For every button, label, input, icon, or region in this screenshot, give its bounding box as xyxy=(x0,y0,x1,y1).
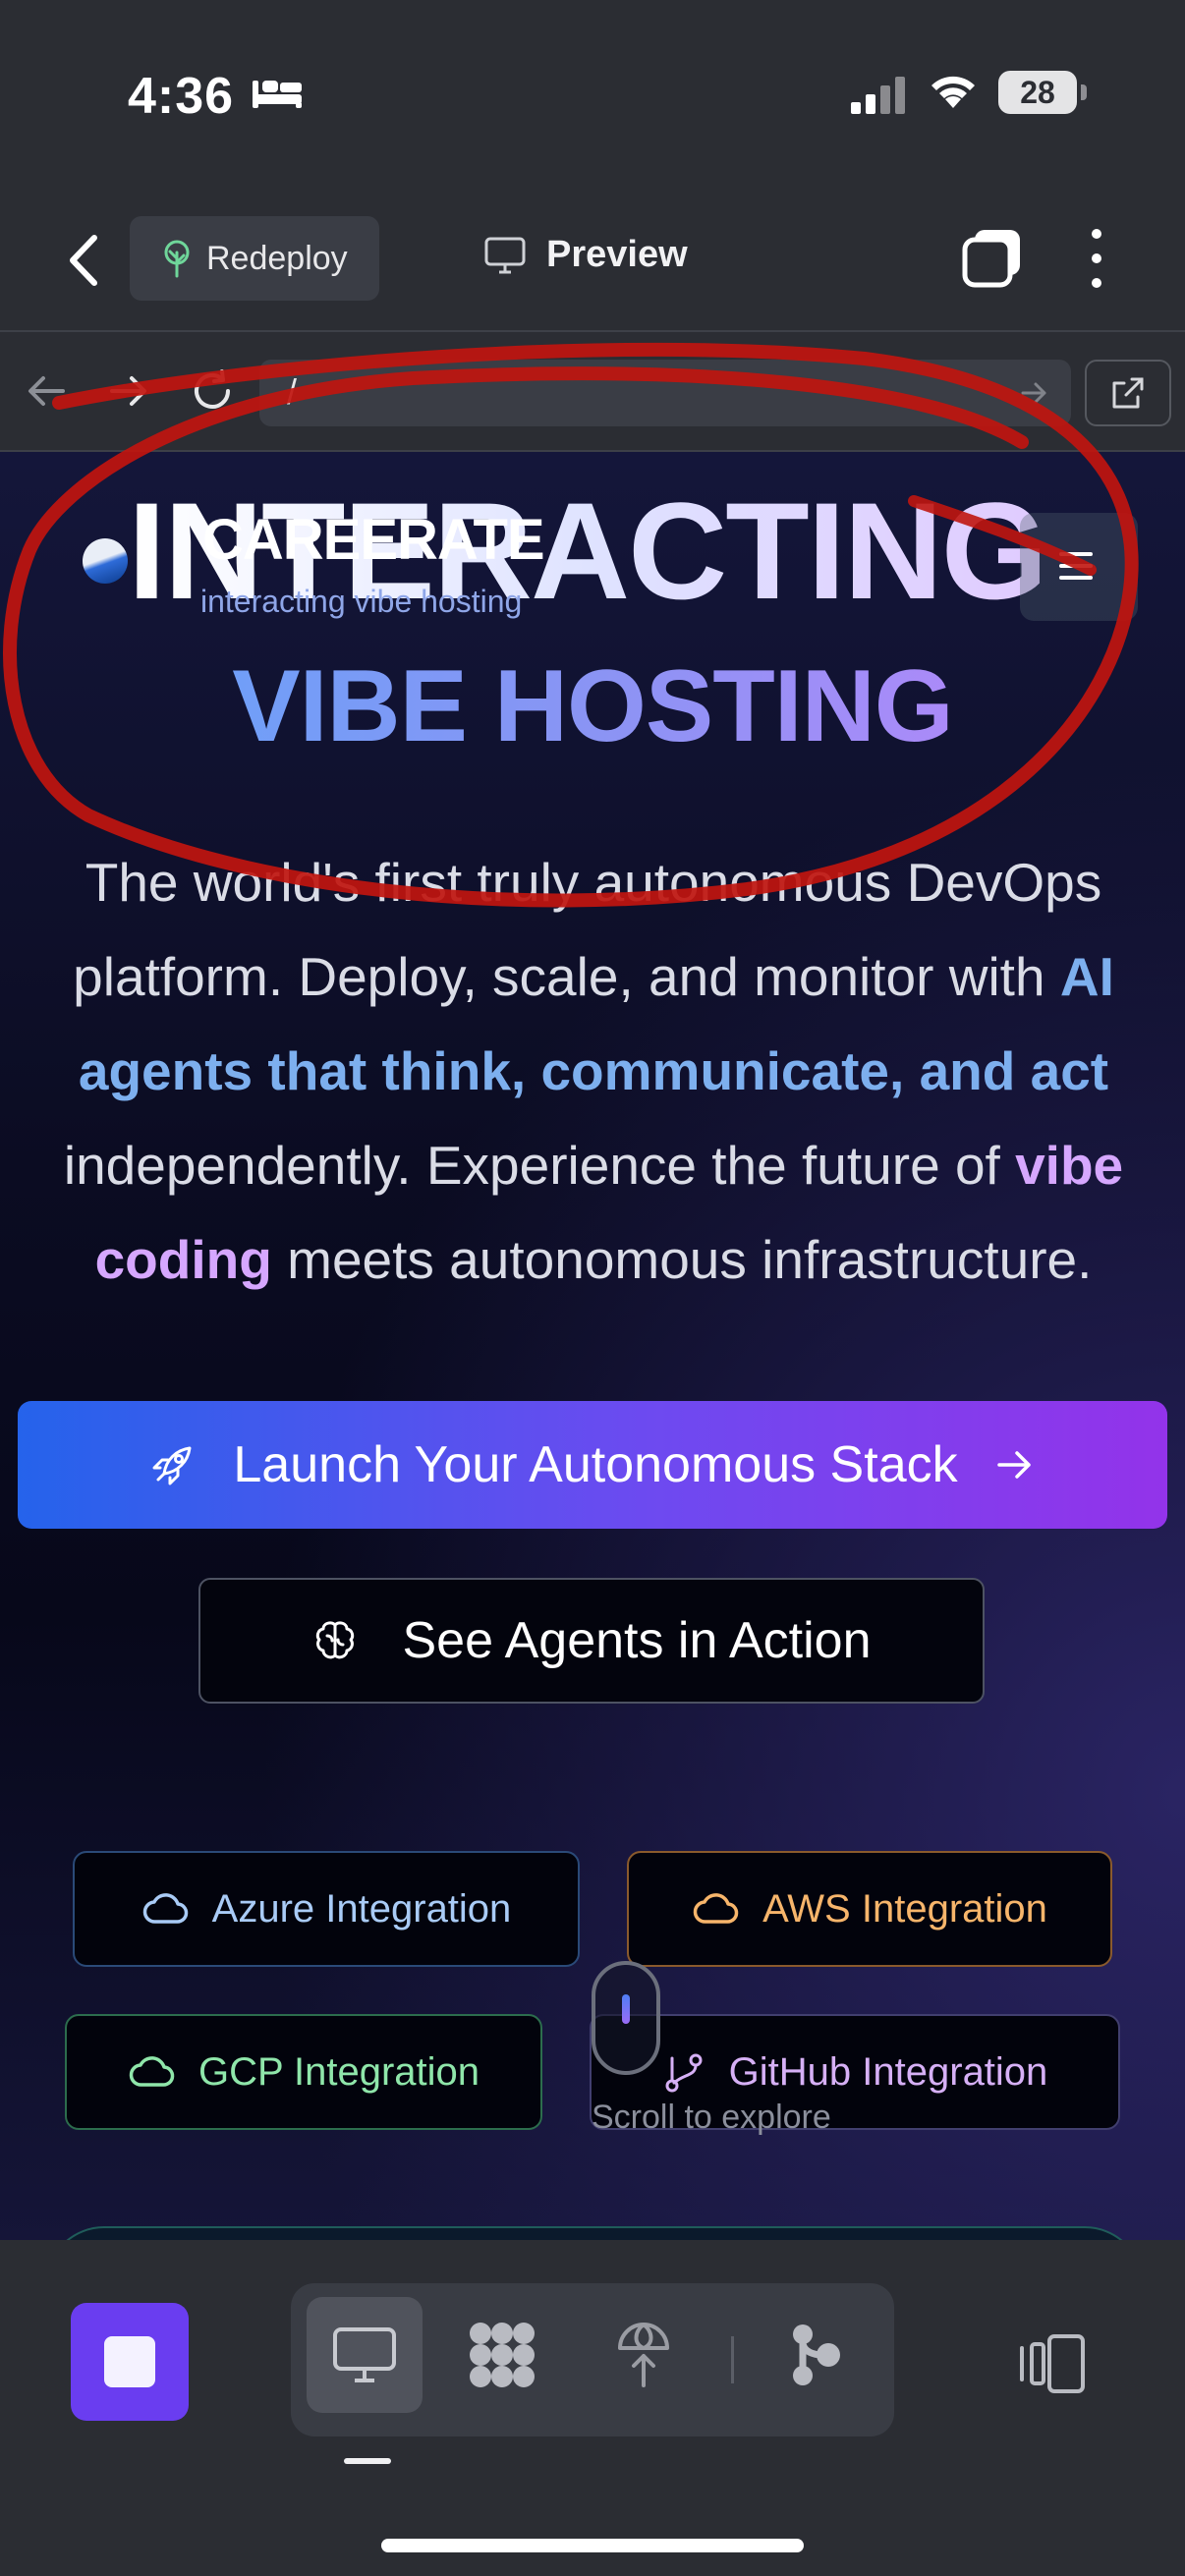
scroll-wheel xyxy=(622,1994,630,2024)
toolbar-divider xyxy=(731,2336,734,2383)
deploy-tool-button[interactable] xyxy=(586,2297,702,2413)
aws-integration-label: AWS Integration xyxy=(762,1886,1047,1931)
url-text: / xyxy=(287,371,298,412)
browser-bar: / xyxy=(0,332,1185,452)
cloud-icon xyxy=(693,1893,739,1924)
see-agents-button[interactable]: See Agents in Action xyxy=(198,1578,985,1704)
see-agents-label: See Agents in Action xyxy=(402,1612,872,1669)
battery-icon: 28 xyxy=(998,71,1087,114)
content-card-top xyxy=(45,2226,1144,2240)
brand-name[interactable]: CAREERATE xyxy=(202,507,545,573)
active-tab-indicator xyxy=(344,2458,391,2464)
wifi-icon xyxy=(931,76,975,108)
preview-title: Preview xyxy=(483,234,688,276)
integrations-grid-icon xyxy=(470,2323,535,2387)
external-link-icon xyxy=(1112,377,1144,409)
redeploy-button[interactable]: Redeploy xyxy=(130,216,379,301)
web-preview: INTERACTING CAREERATE interacting vibe h… xyxy=(0,452,1185,2240)
back-chevron-icon[interactable] xyxy=(55,226,114,295)
cloud-icon xyxy=(142,1893,188,1924)
signal-icon xyxy=(851,77,905,114)
status-bar: 4:36 28 xyxy=(0,0,1185,196)
home-indicator xyxy=(381,2539,804,2552)
redeploy-label: Redeploy xyxy=(206,239,348,277)
launch-stack-button[interactable]: Launch Your Autonomous Stack xyxy=(18,1401,1167,1529)
git-branch-icon xyxy=(793,2324,840,2385)
go-arrow-icon[interactable] xyxy=(1020,379,1049,407)
stop-icon[interactable] xyxy=(71,2303,189,2421)
gcp-integration-label: GCP Integration xyxy=(198,2049,480,2094)
brain-icon xyxy=(316,1621,355,1659)
hero-description: The world's first truly autonomous DevOp… xyxy=(63,852,1124,1290)
integrations-tool-button[interactable] xyxy=(444,2297,560,2413)
azure-integration-chip[interactable]: Azure Integration xyxy=(73,1851,580,1967)
reload-icon[interactable] xyxy=(189,367,236,415)
tabs-icon[interactable] xyxy=(961,226,1024,289)
more-vertical-icon[interactable] xyxy=(1079,226,1114,291)
arrow-right-icon[interactable] xyxy=(106,371,151,411)
monitor-icon xyxy=(484,237,526,273)
git-branch-icon xyxy=(665,2053,703,2093)
status-time: 4:36 xyxy=(128,68,235,125)
github-integration-label: GitHub Integration xyxy=(728,2049,1048,2094)
bed-icon xyxy=(253,81,302,108)
tool-group xyxy=(291,2283,894,2436)
cloud-icon xyxy=(129,2056,175,2087)
sprout-icon xyxy=(164,240,190,278)
scroll-indicator xyxy=(592,1961,660,2075)
launch-stack-label: Launch Your Autonomous Stack xyxy=(233,1436,958,1493)
aws-integration-chip[interactable]: AWS Integration xyxy=(627,1851,1112,1967)
hero-title-line2: VIBE HOSTING xyxy=(0,648,1185,765)
menu-icon xyxy=(1059,552,1093,556)
preview-label: Preview xyxy=(546,234,688,275)
gcp-integration-chip[interactable]: GCP Integration xyxy=(65,2014,542,2130)
brand-tagline: interacting vibe hosting xyxy=(200,584,523,619)
scroll-hint: Scroll to explore xyxy=(592,2099,831,2136)
git-tool-button[interactable] xyxy=(757,2297,873,2413)
bottom-toolbar xyxy=(0,2240,1185,2576)
arrow-right-icon xyxy=(996,1451,1031,1479)
external-link-button[interactable] xyxy=(1085,360,1171,426)
app-bar: Redeploy Preview xyxy=(0,196,1185,332)
url-input[interactable]: / xyxy=(259,360,1071,426)
hamburger-menu-button[interactable] xyxy=(1020,513,1138,621)
monitor-icon xyxy=(333,2327,396,2382)
azure-integration-label: Azure Integration xyxy=(211,1886,512,1931)
layout-toggle-icon[interactable] xyxy=(1016,2332,1087,2395)
deploy-icon xyxy=(618,2323,669,2387)
arrow-left-icon[interactable] xyxy=(24,371,69,411)
preview-tool-button[interactable] xyxy=(307,2297,423,2413)
brand-logo[interactable] xyxy=(83,538,128,584)
rocket-icon xyxy=(152,1446,192,1485)
